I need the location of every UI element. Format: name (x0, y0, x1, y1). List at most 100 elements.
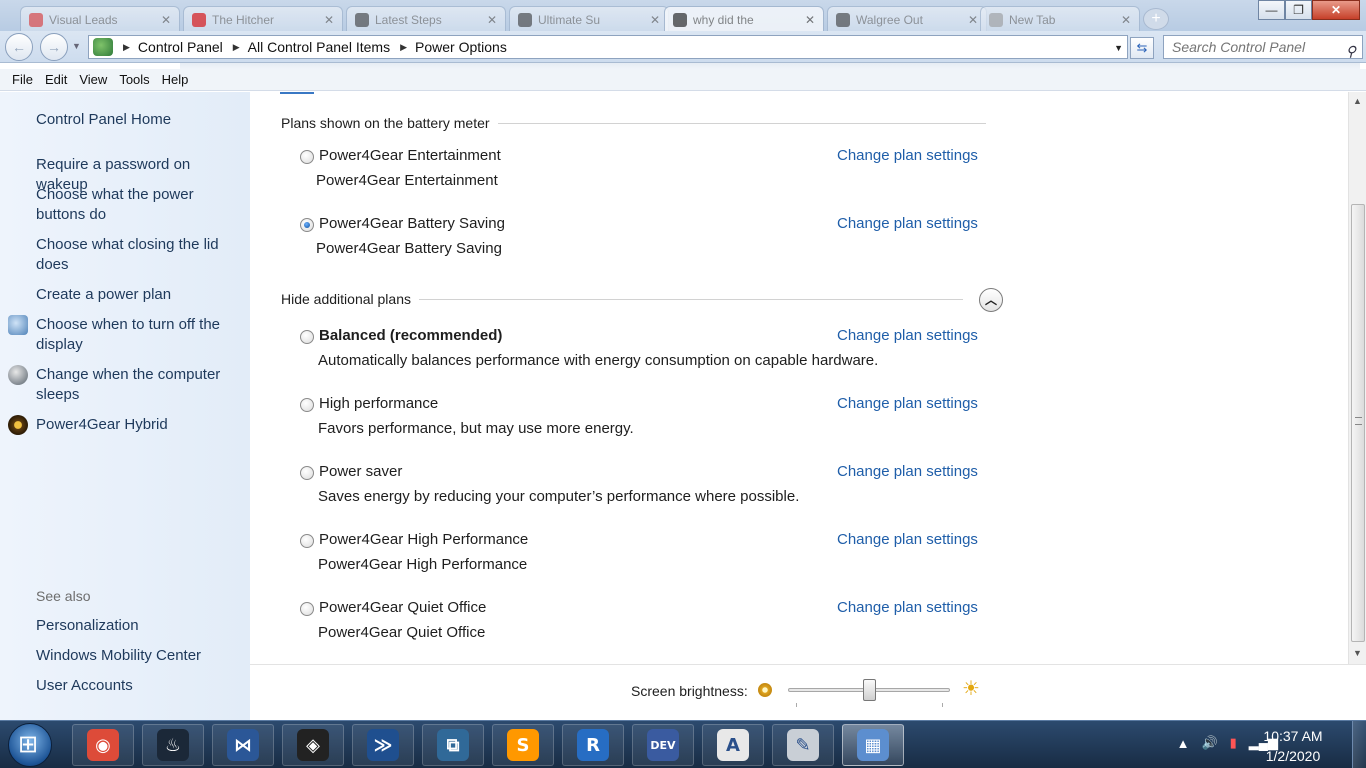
change-plan-settings-link[interactable]: Change plan settings (837, 395, 978, 412)
browser-tab[interactable]: Latest Steps ✕ (346, 6, 506, 32)
tab-close-icon[interactable]: ✕ (324, 13, 334, 27)
section-divider (418, 298, 963, 300)
plan-name[interactable]: Power4Gear Entertainment (319, 147, 501, 164)
search-input[interactable] (1172, 36, 1332, 58)
change-plan-settings-link[interactable]: Change plan settings (837, 599, 978, 616)
tab-close-icon[interactable]: ✕ (1121, 13, 1131, 27)
nav-power-buttons[interactable]: Choose what the power buttons do (36, 185, 246, 225)
power-icon[interactable]: ▮ (1230, 735, 1237, 751)
browser-tab-active[interactable]: why did the ✕ (664, 6, 824, 32)
taskbar-app-r[interactable]: R (562, 724, 624, 766)
tab-favicon-icon (192, 12, 206, 27)
address-dropdown-icon[interactable]: ▼ (1114, 43, 1123, 53)
taskbar-app-steam[interactable]: ♨ (142, 724, 204, 766)
tab-close-icon[interactable]: ✕ (805, 13, 815, 27)
plan-radio-power4gear-high-performance[interactable] (300, 534, 314, 548)
plan-name[interactable]: Power4Gear Battery Saving (319, 215, 505, 232)
change-plan-settings-link[interactable]: Change plan settings (837, 215, 978, 232)
taskbar-app-powershell[interactable]: ≫ (352, 724, 414, 766)
address-bar[interactable]: ▶ Control Panel ▶ All Control Panel Item… (88, 35, 1128, 59)
taskbar-app-control-panel[interactable]: ▦ (842, 724, 904, 766)
taskbar-app-visual-studio[interactable]: ⋈ (212, 724, 274, 766)
breadcrumb-control-panel[interactable]: Control Panel (138, 39, 223, 55)
show-hidden-icons-icon[interactable]: ▲ (1177, 736, 1190, 751)
tab-close-icon[interactable]: ✕ (487, 13, 497, 27)
plan-radio-power4gear-battery-saving[interactable] (300, 218, 314, 232)
refresh-button[interactable]: ⇆ (1130, 37, 1154, 59)
plan-name[interactable]: Power4Gear High Performance (319, 531, 528, 548)
menu-help[interactable]: Help (156, 72, 195, 87)
change-plan-settings-link[interactable]: Change plan settings (837, 531, 978, 548)
plan-name[interactable]: High performance (319, 395, 438, 412)
taskbar-app-unity[interactable]: ◈ (282, 724, 344, 766)
plan-name[interactable]: Power saver (319, 463, 402, 480)
brightness-slider-thumb[interactable] (863, 679, 876, 701)
menu-file[interactable]: File (6, 72, 39, 87)
breadcrumb-power-options[interactable]: Power Options (415, 39, 507, 55)
change-plan-settings-link[interactable]: Change plan settings (837, 327, 978, 344)
minimize-button[interactable]: — (1258, 0, 1285, 20)
plan-radio-high-performance[interactable] (300, 398, 314, 412)
plan-name[interactable]: Power4Gear Quiet Office (319, 599, 486, 616)
scroll-up-icon[interactable]: ▲ (1353, 96, 1362, 106)
tab-close-icon[interactable]: ✕ (650, 13, 660, 27)
change-plan-settings-link[interactable]: Change plan settings (837, 463, 978, 480)
close-button[interactable]: ✕ (1312, 0, 1360, 20)
recent-pages-dropdown-icon[interactable]: ▼ (72, 41, 81, 51)
nav-turn-off-display[interactable]: Choose when to turn off the display (36, 315, 246, 355)
browser-tab[interactable]: The Hitcher ✕ (183, 6, 343, 32)
start-button[interactable] (8, 723, 52, 767)
plan-name[interactable]: Balanced (recommended) (319, 327, 502, 344)
taskbar-app-dev-cpp[interactable]: DEV (632, 724, 694, 766)
nav-closing-lid[interactable]: Choose what closing the lid does (36, 235, 246, 275)
tab-close-icon[interactable]: ✕ (968, 13, 978, 27)
tab-close-icon[interactable]: ✕ (161, 13, 171, 27)
python-icon: ⧉ (437, 729, 469, 761)
vertical-scrollbar[interactable]: ▲ ▼ (1348, 92, 1366, 664)
collapse-additional-plans-button[interactable]: ︿ (979, 288, 1003, 312)
show-desktop-button[interactable] (1352, 721, 1366, 768)
dev-cpp-icon: DEV (647, 729, 679, 761)
volume-icon[interactable]: 🔊 (1201, 735, 1217, 751)
maximize-button[interactable]: ❐ (1285, 0, 1312, 20)
scrollbar-thumb[interactable] (1351, 204, 1365, 642)
browser-tab[interactable]: Walgree Out ✕ (827, 6, 987, 32)
scroll-down-icon[interactable]: ▼ (1353, 648, 1362, 658)
search-icon[interactable]: ⚲ (1346, 40, 1356, 62)
nav-power4gear-hybrid[interactable]: Power4Gear Hybrid (36, 415, 246, 435)
browser-tab[interactable]: New Tab ✕ (980, 6, 1140, 32)
search-box[interactable]: ⚲ (1163, 35, 1363, 59)
breadcrumb-all-items[interactable]: All Control Panel Items (248, 39, 390, 55)
plan-radio-power4gear-entertainment[interactable] (300, 150, 314, 164)
taskbar-app-wordpad[interactable]: A (702, 724, 764, 766)
hide-additional-plans-heading[interactable]: Hide additional plans (281, 291, 411, 307)
browser-tab[interactable]: Visual Leads ✕ (20, 6, 180, 32)
forward-button[interactable]: → (40, 33, 68, 61)
clock[interactable]: 10:37 AM 1/2/2020 (1258, 726, 1328, 766)
nav-computer-sleeps[interactable]: Change when the computer sleeps (36, 365, 246, 405)
nav-control-panel-home[interactable]: Control Panel Home (36, 110, 246, 130)
breadcrumb-chevron-icon[interactable]: ▶ (233, 42, 240, 53)
plan-radio-power4gear-quiet-office[interactable] (300, 602, 314, 616)
nav-create-power-plan[interactable]: Create a power plan (36, 285, 246, 305)
nav-personalization[interactable]: Personalization (36, 616, 246, 636)
back-button[interactable]: ← (5, 33, 33, 61)
taskbar-app-chrome[interactable]: ◉ (72, 724, 134, 766)
nav-user-accounts[interactable]: User Accounts (36, 676, 246, 696)
taskbar-app-paint[interactable]: ✎ (772, 724, 834, 766)
address-row: ← → ▼ ▶ Control Panel ▶ All Control Pane… (0, 31, 1366, 63)
nav-mobility-center[interactable]: Windows Mobility Center (36, 646, 246, 666)
browser-tab[interactable]: Ultimate Su ✕ (509, 6, 669, 32)
breadcrumb-chevron-icon[interactable]: ▶ (400, 42, 407, 53)
menu-tools[interactable]: Tools (113, 72, 155, 87)
change-plan-settings-link[interactable]: Change plan settings (837, 147, 978, 164)
menu-view[interactable]: View (73, 72, 113, 87)
taskbar-app-sublime[interactable]: S (492, 724, 554, 766)
plan-radio-balanced[interactable] (300, 330, 314, 344)
breadcrumb-chevron-icon[interactable]: ▶ (123, 42, 130, 53)
new-tab-button[interactable]: + (1143, 8, 1169, 30)
slider-tick (942, 703, 943, 707)
plan-radio-power-saver[interactable] (300, 466, 314, 480)
taskbar-app-python[interactable]: ⧉ (422, 724, 484, 766)
menu-edit[interactable]: Edit (39, 72, 73, 87)
